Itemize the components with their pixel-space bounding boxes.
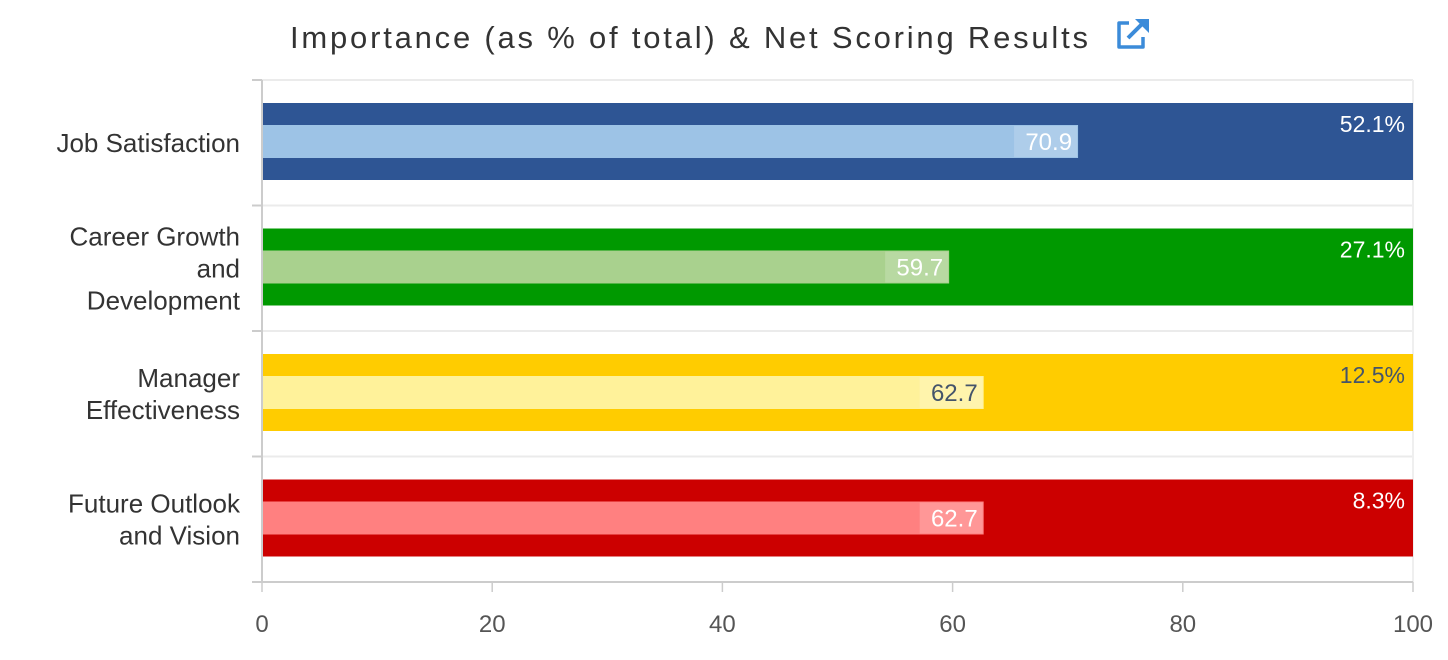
bars	[262, 103, 1413, 557]
net-score-bar	[262, 125, 1079, 158]
net-score-label: 62.7	[931, 506, 978, 533]
x-tick-label: 60	[939, 611, 966, 638]
x-tick-label: 100	[1393, 611, 1433, 638]
importance-pct-label: 27.1%	[1340, 237, 1405, 263]
category-label-line: Future Outlook	[68, 488, 241, 518]
importance-net-scoring-chart: Importance (as % of total) & Net Scoring…	[56, 18, 1433, 638]
net-score-bar	[262, 501, 984, 535]
category-label-line: and	[197, 253, 240, 283]
external-link-icon[interactable]	[1115, 18, 1151, 52]
x-tick-label: 80	[1169, 611, 1196, 638]
category-label-line: Development	[87, 285, 241, 315]
category-label: Future Outlook and Vision	[68, 488, 241, 550]
category-label-line: Effectiveness	[86, 395, 240, 425]
importance-pct-label: 12.5%	[1340, 362, 1405, 388]
net-score-bar	[262, 376, 984, 409]
importance-pct-label: 8.3%	[1353, 488, 1405, 514]
x-tick-label: 40	[709, 611, 736, 638]
category-label: Career Growth and Development	[70, 221, 241, 315]
category-label-line: Career Growth	[70, 221, 241, 251]
x-tick-label: 0	[255, 611, 268, 638]
net-score-bar	[262, 250, 950, 284]
net-score-label: 59.7	[896, 255, 943, 282]
category-label-line: and Vision	[119, 520, 240, 550]
category-label: Manager Effectiveness	[86, 363, 241, 425]
net-score-label: 62.7	[931, 380, 978, 407]
category-label: Job Satisfaction	[56, 128, 240, 158]
net-score-label: 70.9	[1025, 129, 1072, 156]
category-label-line: Manager	[137, 363, 240, 393]
importance-pct-label: 52.1%	[1340, 111, 1405, 137]
category-label-line: Job Satisfaction	[56, 128, 240, 158]
x-tick-label: 20	[479, 611, 506, 638]
chart-title: Importance (as % of total) & Net Scoring…	[290, 20, 1088, 55]
